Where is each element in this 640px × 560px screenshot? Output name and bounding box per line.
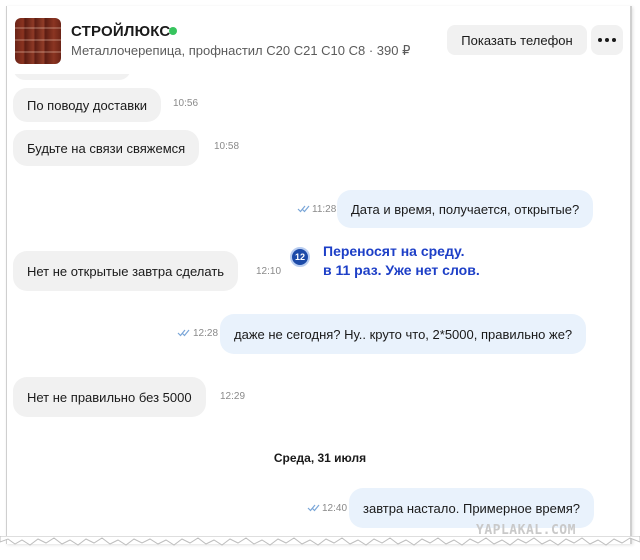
chat-header: СТРОЙЛЮКС Металлочерепица, профнастил С2… — [7, 6, 630, 74]
message-bubble-incoming: Нет не правильно без 5000 — [13, 377, 206, 417]
message-text: даже не сегодня? Ну.. круто что, 2*5000,… — [234, 326, 573, 342]
message-time: 11:28 — [312, 204, 337, 215]
torn-edge-decoration — [0, 536, 640, 546]
annotation-number-badge: 12 — [290, 247, 310, 267]
annotation-text: Переносят на среду. в 11 раз. Уже нет сл… — [323, 242, 480, 280]
read-checks-icon — [297, 205, 310, 213]
message-bubble-outgoing: Дата и время, получается, открытые? — [337, 190, 594, 228]
online-status-icon — [169, 27, 177, 35]
message-bubble-outgoing: завтра настало. Примерное время? — [349, 488, 595, 528]
read-checks-icon — [177, 329, 190, 337]
date-separator: Среда, 31 июля — [273, 451, 367, 465]
read-checks-icon — [307, 504, 320, 512]
annotation-line: в 11 раз. Уже нет слов. — [323, 262, 480, 278]
listing-subtitle[interactable]: Металлочерепица, профнастил С20 С21 С10 … — [71, 43, 410, 59]
message-time: 12:29 — [220, 391, 246, 402]
annotation-line: Переносят на среду. — [323, 243, 465, 259]
message-bubble-incoming: Нет не открытые завтра сделать — [13, 251, 239, 291]
message-bubble-incoming: Будьте на связи свяжемся — [13, 130, 200, 166]
more-options-button[interactable] — [591, 25, 623, 55]
shop-avatar[interactable] — [15, 18, 61, 64]
more-dots-icon — [598, 38, 616, 42]
message-time: 10:56 — [173, 98, 199, 109]
message-time: 12:40 — [322, 503, 348, 514]
show-phone-button[interactable]: Показать телефон — [447, 25, 587, 55]
chat-window: СТРОЙЛЮКС Металлочерепица, профнастил С2… — [6, 6, 632, 544]
message-text: По поводу доставки — [27, 97, 148, 113]
message-text: завтра настало. Примерное время? — [363, 500, 581, 516]
message-bubble-outgoing: даже не сегодня? Ну.. круто что, 2*5000,… — [220, 314, 587, 354]
message-bubble-incoming: По поводу доставки — [13, 88, 162, 122]
message-time: 10:58 — [214, 141, 240, 152]
shop-name[interactable]: СТРОЙЛЮКС — [71, 23, 170, 40]
message-time: 12:10 — [256, 266, 282, 277]
watermark: YAPLAKAL.COM — [476, 523, 576, 538]
message-text: Нет не правильно без 5000 — [27, 389, 192, 405]
message-text: Нет не открытые завтра сделать — [27, 263, 225, 279]
message-time: 12:28 — [193, 328, 219, 339]
message-text: Дата и время, получается, открытые? — [351, 201, 580, 217]
message-text: Будьте на связи свяжемся — [27, 140, 186, 156]
